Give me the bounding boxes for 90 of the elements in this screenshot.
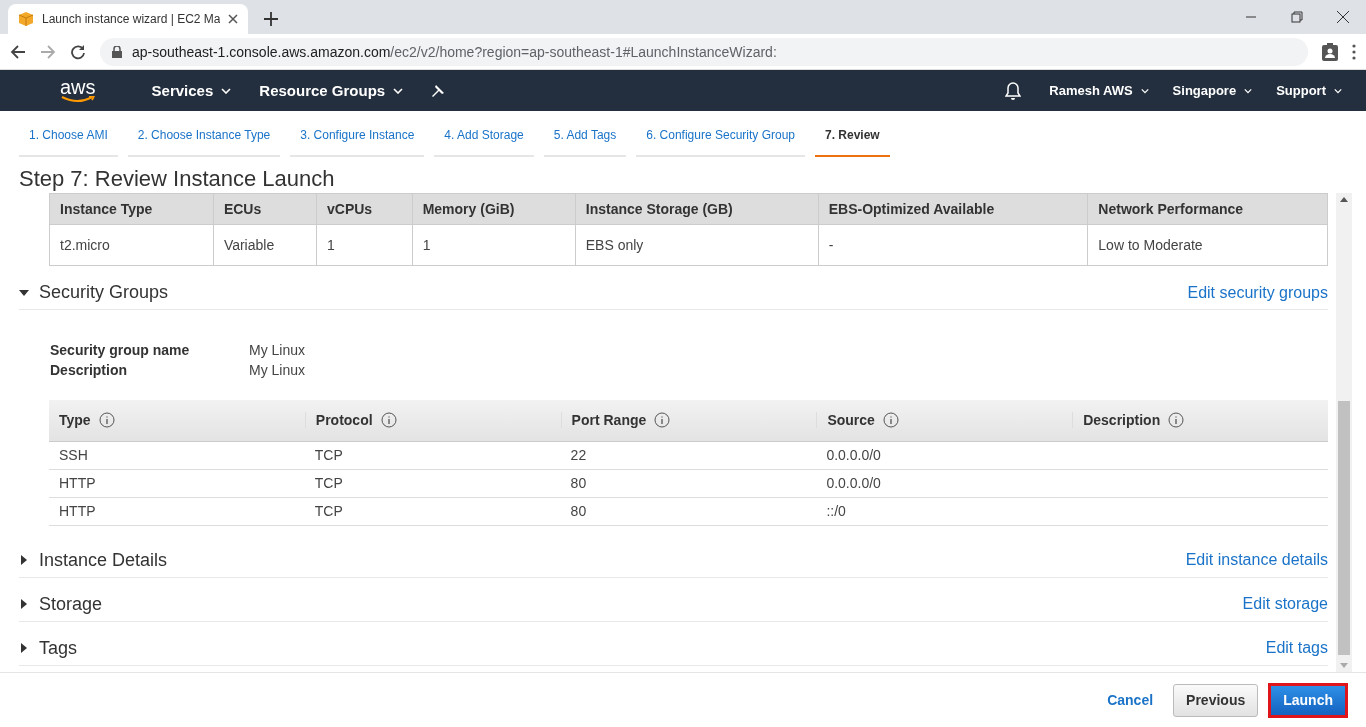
section-toggle[interactable]: Tags: [19, 637, 78, 659]
menu-icon[interactable]: [1352, 43, 1356, 60]
scrollbar[interactable]: [1336, 193, 1352, 672]
column-header: vCPUs: [316, 193, 413, 225]
nav-menu[interactable]: Support: [1276, 83, 1342, 98]
info-icon[interactable]: [654, 412, 671, 429]
detail-value: My Linux: [249, 342, 307, 358]
expanded-triangle-icon: [19, 287, 29, 298]
table-cell: 80: [570, 475, 587, 491]
collapsed-triangle-icon: [19, 643, 29, 653]
address-bar[interactable]: ap-southeast-1.console.aws.amazon.com/ec2/v2/home?region=ap-southeast-1#LaunchInstanceWizard:: [100, 37, 1308, 66]
section-toggle[interactable]: Instance Details: [19, 549, 168, 571]
box-icon: [18, 11, 34, 27]
table-cell: HTTP: [59, 475, 96, 491]
wizard-step-tab[interactable]: 2. Choose Instance Type: [127, 124, 281, 157]
table-cell: ::/0: [826, 503, 846, 519]
tab-title: Launch instance wizard | EC2 Ma: [42, 12, 220, 26]
table-cell: Variable: [213, 224, 317, 266]
table-cell: TCP: [314, 503, 343, 519]
caret-icon: [1334, 87, 1342, 94]
table-cell: TCP: [314, 475, 343, 491]
nav-menu[interactable]: Services: [151, 82, 232, 99]
wizard-step-tab[interactable]: 3. Configure Instance: [290, 124, 425, 157]
nav-menu[interactable]: Ramesh AWS: [1049, 83, 1149, 98]
info-icon[interactable]: [380, 412, 397, 429]
table-cell: 1: [316, 224, 413, 266]
wizard-step-tab[interactable]: 1. Choose AMI: [19, 124, 118, 157]
section-toggle[interactable]: Security Groups: [19, 282, 169, 303]
table-cell: 22: [570, 447, 587, 463]
column-header: Network Performance: [1087, 193, 1328, 225]
edit-link[interactable]: Edit tags: [1265, 639, 1328, 657]
column-header: Source: [827, 412, 875, 429]
new-tab-icon[interactable]: [264, 12, 278, 26]
table-cell: 0.0.0.0/0: [826, 475, 881, 491]
back-arrow-icon[interactable]: [10, 43, 26, 60]
info-icon[interactable]: [98, 412, 115, 429]
launch-button[interactable]: Launch: [1268, 682, 1348, 718]
caret-icon: [221, 87, 232, 94]
pin-icon[interactable]: [431, 83, 446, 98]
column-header: Instance Type: [49, 193, 214, 225]
caret-icon: [1244, 87, 1253, 94]
clipboard-person-icon[interactable]: [1322, 42, 1338, 61]
column-header: Memory (GiB): [412, 193, 576, 225]
nav-menu[interactable]: Resource Groups: [259, 82, 404, 99]
column-header: EBS-Optimized Available: [818, 193, 1088, 225]
bell-icon[interactable]: [1005, 81, 1022, 100]
detail-label: Description: [50, 362, 128, 378]
table-cell: t2.micro: [49, 224, 214, 266]
table-cell: HTTP: [59, 503, 96, 519]
edit-link[interactable]: Edit storage: [1242, 595, 1328, 613]
column-header: Protocol: [315, 412, 373, 429]
close-icon[interactable]: [228, 14, 238, 24]
collapsed-triangle-icon: [19, 555, 29, 565]
collapsed-triangle-icon: [19, 599, 29, 609]
section-toggle[interactable]: Storage: [19, 593, 103, 615]
wizard-step-tab[interactable]: 5. Add Tags: [543, 124, 627, 157]
table-cell: 0.0.0.0/0: [826, 447, 881, 463]
table-cell: SSH: [59, 447, 88, 463]
column-header: Description: [1083, 412, 1161, 429]
column-header: Type: [59, 412, 91, 429]
table-cell: 80: [570, 503, 587, 519]
url-text: ap-southeast-1.console.aws.amazon.com/ec2/v2/home?region=ap-southeast-1#LaunchInstanceWizard:: [132, 43, 777, 60]
wizard-step-tab[interactable]: 7. Review: [815, 124, 890, 157]
detail-value: My Linux: [249, 362, 307, 378]
column-header: Instance Storage (GB): [575, 193, 819, 225]
table-cell: TCP: [314, 447, 343, 463]
browser-tab[interactable]: Launch instance wizard | EC2 Ma: [8, 4, 248, 34]
info-icon[interactable]: [882, 412, 899, 429]
detail-label: Security group name: [50, 342, 191, 358]
info-icon[interactable]: [1168, 412, 1185, 429]
table-cell: -: [818, 224, 1088, 266]
lock-icon: [112, 45, 122, 58]
column-header: ECUs: [213, 193, 317, 225]
wizard-step-tab[interactable]: 6. Configure Security Group: [636, 124, 805, 157]
nav-menu[interactable]: Singapore: [1172, 83, 1253, 98]
edit-link[interactable]: Edit security groups: [1187, 283, 1328, 302]
table-cell: 1: [412, 224, 576, 266]
column-header: Port Range: [571, 412, 647, 429]
scroll-up-icon[interactable]: [1340, 197, 1348, 202]
page-title: Step 7: Review Instance Launch: [18, 165, 336, 193]
aws-logo[interactable]: aws: [60, 77, 96, 104]
previous-button[interactable]: Previous: [1173, 683, 1259, 717]
caret-icon: [1140, 87, 1149, 94]
table-cell: Low to Moderate: [1087, 224, 1328, 266]
reload-icon[interactable]: [70, 43, 86, 60]
caret-icon: [393, 87, 404, 94]
wizard-step-tab[interactable]: 4. Add Storage: [434, 124, 534, 157]
edit-link[interactable]: Edit instance details: [1185, 551, 1328, 569]
cancel-link[interactable]: Cancel: [1107, 692, 1154, 708]
table-cell: EBS only: [575, 224, 819, 266]
